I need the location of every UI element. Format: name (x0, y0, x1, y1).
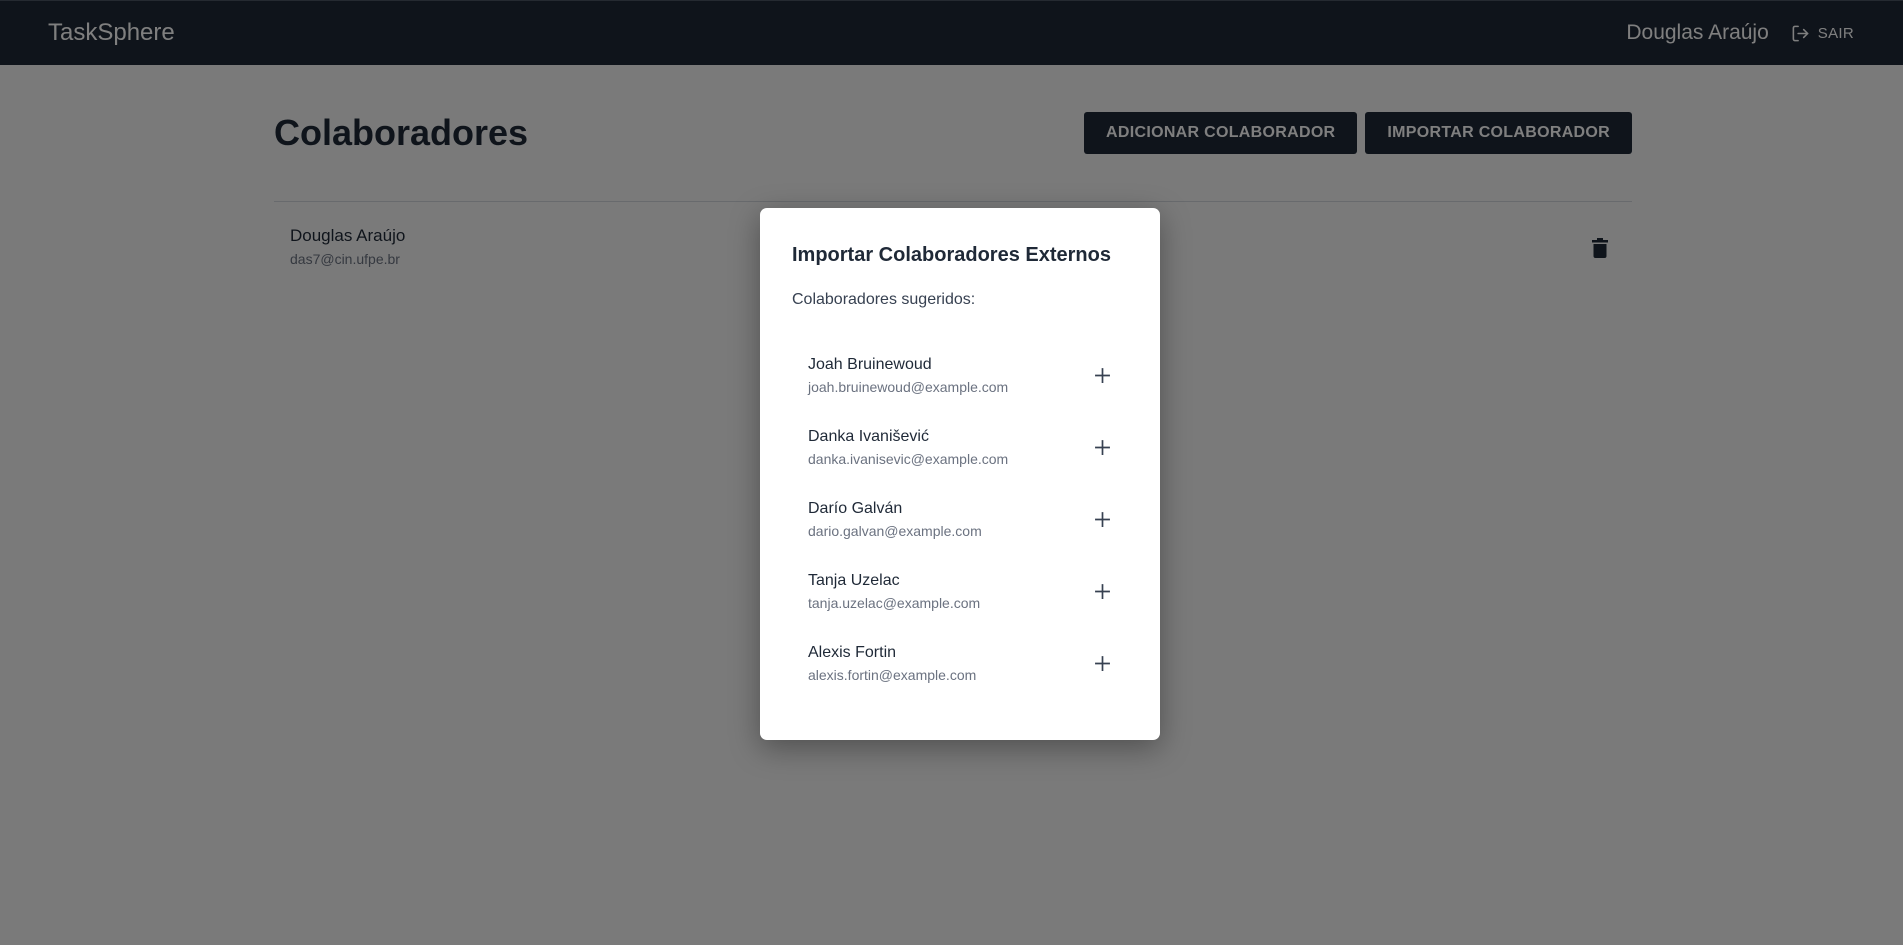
suggestion-name: Alexis Fortin (808, 643, 897, 661)
suggestion-info: Alexis Fortin alexis.fortin@example.com (808, 644, 976, 683)
suggestion-info: Tanja Uzelac tanja.uzelac@example.com (808, 572, 980, 611)
suggestion-item: Joah Bruinewoud joah.bruinewoud@example.… (792, 339, 1128, 411)
add-suggestion-button[interactable] (1090, 363, 1114, 387)
add-suggestion-button[interactable] (1090, 651, 1114, 675)
suggestion-info: Darío Galván dario.galvan@example.com (808, 500, 982, 539)
suggestion-name: Darío Galván (808, 499, 903, 517)
suggestion-email: dario.galvan@example.com (808, 522, 982, 539)
modal-title: Importar Colaboradores Externos (792, 244, 1111, 266)
add-suggestion-button[interactable] (1090, 507, 1114, 531)
suggestion-email: tanja.uzelac@example.com (808, 594, 981, 611)
plus-icon (1094, 511, 1110, 527)
plus-icon (1094, 655, 1110, 671)
import-collaborators-modal: Importar Colaboradores Externos Colabora… (760, 208, 1160, 740)
plus-icon (1094, 367, 1110, 383)
suggestion-email: joah.bruinewoud@example.com (808, 378, 1009, 395)
suggestion-item: Danka Ivanišević danka.ivanisevic@exampl… (792, 411, 1128, 483)
plus-icon (1094, 439, 1110, 455)
plus-icon (1094, 583, 1110, 599)
suggestion-email: danka.ivanisevic@example.com (808, 450, 1009, 467)
suggestion-email: alexis.fortin@example.com (808, 666, 977, 683)
suggestion-name: Tanja Uzelac (808, 571, 900, 589)
suggestion-item: Tanja Uzelac tanja.uzelac@example.com (792, 555, 1128, 627)
suggestion-item: Darío Galván dario.galvan@example.com (792, 483, 1128, 555)
suggestion-name: Danka Ivanišević (808, 427, 929, 445)
add-suggestion-button[interactable] (1090, 579, 1114, 603)
suggestion-item: Alexis Fortin alexis.fortin@example.com (792, 627, 1128, 699)
suggestion-info: Danka Ivanišević danka.ivanisevic@exampl… (808, 428, 1008, 467)
suggestion-info: Joah Bruinewoud joah.bruinewoud@example.… (808, 356, 1008, 395)
suggestion-name: Joah Bruinewoud (808, 355, 932, 373)
add-suggestion-button[interactable] (1090, 435, 1114, 459)
modal-subtitle: Colaboradores sugeridos: (792, 291, 976, 308)
suggestion-list: Joah Bruinewoud joah.bruinewoud@example.… (792, 339, 1128, 699)
